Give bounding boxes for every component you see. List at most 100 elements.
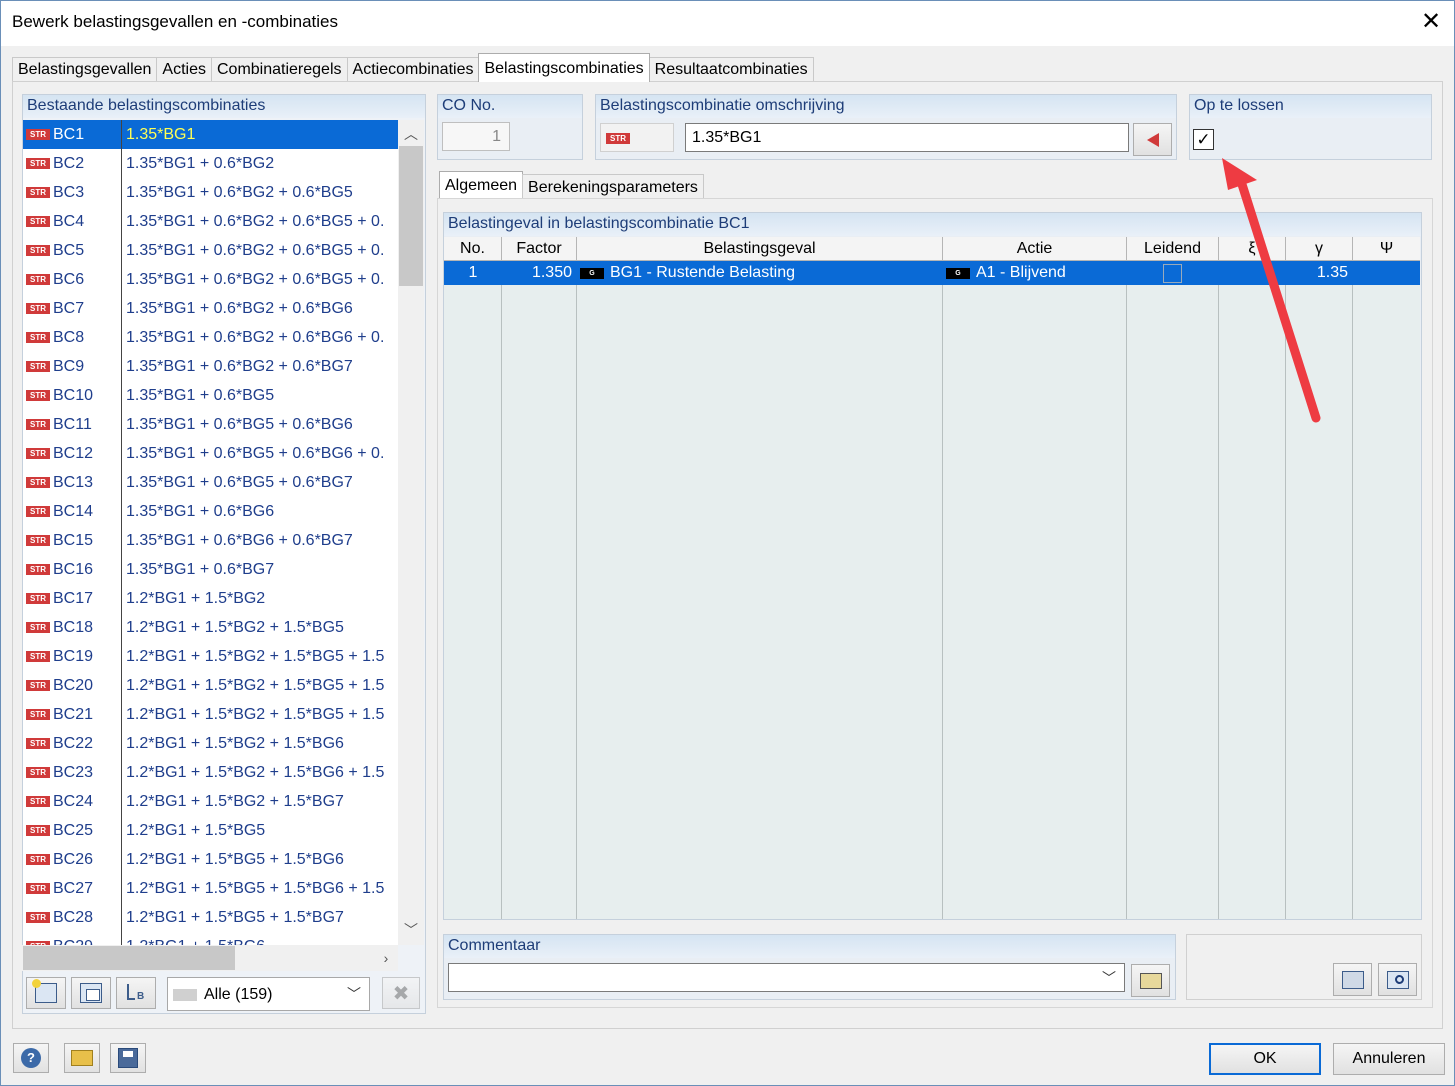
list-item[interactable]: STR BC22 1.2*BG1 + 1.5*BG2 + 1.5*BG6 — [23, 729, 398, 758]
combination-expression: 1.35*BG1 + 0.6*BG5 + 0.6*BG6 + 0. — [126, 445, 385, 462]
list-item[interactable]: STR BC17 1.2*BG1 + 1.5*BG2 — [23, 584, 398, 613]
list-item[interactable]: STR BC18 1.2*BG1 + 1.5*BG2 + 1.5*BG5 — [23, 613, 398, 642]
list-item[interactable]: STR BC3 1.35*BG1 + 0.6*BG2 + 0.6*BG5 — [23, 178, 398, 207]
list-item[interactable]: STR BC4 1.35*BG1 + 0.6*BG2 + 0.6*BG5 + 0. — [23, 207, 398, 236]
list-item[interactable]: STR BC21 1.2*BG1 + 1.5*BG2 + 1.5*BG5 + 1.5 — [23, 700, 398, 729]
col-line — [942, 261, 943, 919]
list-item[interactable]: STR BC9 1.35*BG1 + 0.6*BG2 + 0.6*BG7 — [23, 352, 398, 381]
list-item[interactable]: STR BC27 1.2*BG1 + 1.5*BG5 + 1.5*BG6 + 1.5 — [23, 874, 398, 903]
col-header-gamma[interactable]: γ — [1286, 237, 1353, 261]
list-item[interactable]: STR BC10 1.35*BG1 + 0.6*BG5 — [23, 381, 398, 410]
str-badge: STR — [26, 651, 50, 662]
scroll-down-icon[interactable]: ﹀ — [399, 918, 423, 942]
combination-id: BC16 — [53, 561, 94, 578]
list-vertical-scroll-thumb[interactable] — [399, 146, 423, 286]
chevron-down-icon: ﹀ — [347, 986, 361, 1002]
str-badge: STR — [26, 274, 50, 285]
description-select-button[interactable] — [1133, 123, 1172, 156]
tab-resultaatcombinaties[interactable]: Resultaatcombinaties — [648, 57, 814, 82]
tab-acties[interactable]: Acties — [156, 57, 212, 82]
list-item[interactable]: STR BC19 1.2*BG1 + 1.5*BG2 + 1.5*BG5 + 1.5 — [23, 642, 398, 671]
edit-parameters-button[interactable] — [1333, 963, 1372, 996]
list-item[interactable]: STR BC23 1.2*BG1 + 1.5*BG2 + 1.5*BG6 + 1.5 — [23, 758, 398, 787]
list-item[interactable]: STR BC1 1.35*BG1 — [23, 120, 398, 149]
list-item[interactable]: STRBC291.2*BG1 + 1.5*BG6 — [23, 932, 398, 945]
combination-expression: 1.2*BG1 + 1.5*BG5 + 1.5*BG7 — [126, 909, 344, 926]
combination-list[interactable]: STR BC1 1.35*BG1 STR BC2 1.35*BG1 + 0.6*BG2 ST… — [22, 120, 398, 945]
save-button[interactable] — [110, 1043, 146, 1073]
col-header-factor[interactable]: Factor — [502, 237, 577, 261]
list-item[interactable]: STR BC11 1.35*BG1 + 0.6*BG5 + 0.6*BG6 — [23, 410, 398, 439]
tab-belastingsgevallen[interactable]: Belastingsgevallen — [12, 57, 158, 82]
table-row[interactable]: 1 1.350 G BG1 - Rustende Belasting G A1 - … — [444, 261, 1420, 285]
load-case-table-header: Belastingeval in belastingscombinatie BC… — [444, 213, 1421, 236]
tab-combinatieregels[interactable]: Combinatieregels — [211, 57, 348, 82]
list-item[interactable]: STR BC6 1.35*BG1 + 0.6*BG2 + 0.6*BG5 + 0. — [23, 265, 398, 294]
comment-library-button[interactable] — [1131, 964, 1170, 997]
col-header-action[interactable]: Actie — [943, 237, 1127, 261]
cell-load-case[interactable]: G BG1 - Rustende Belasting — [580, 261, 940, 285]
cell-action[interactable]: G A1 - Blijvend — [946, 261, 1124, 285]
copy-combination-button[interactable] — [71, 977, 111, 1009]
library-icon — [1139, 972, 1162, 989]
save-icon — [118, 1048, 138, 1068]
cell-no[interactable]: 1 — [444, 261, 502, 285]
leading-checkbox[interactable] — [1163, 264, 1182, 283]
list-item[interactable]: STR BC13 1.35*BG1 + 0.6*BG5 + 0.6*BG7 — [23, 468, 398, 497]
close-icon[interactable]: ✕ — [1418, 8, 1444, 36]
combination-expression: 1.2*BG1 + 1.5*BG2 + 1.5*BG5 + 1.5 — [126, 706, 385, 723]
combination-expression: 1.35*BG1 + 0.6*BG2 + 0.6*BG5 + 0. — [126, 271, 385, 288]
list-item[interactable]: STR BC24 1.2*BG1 + 1.5*BG2 + 1.5*BG7 — [23, 787, 398, 816]
new-combination-button[interactable] — [26, 977, 66, 1009]
list-item[interactable]: STR BC20 1.2*BG1 + 1.5*BG2 + 1.5*BG5 + 1.5 — [23, 671, 398, 700]
list-horizontal-scroll-thumb[interactable] — [23, 946, 235, 970]
description-input[interactable]: 1.35*BG1 — [685, 123, 1129, 152]
combination-id: BC22 — [53, 735, 94, 752]
str-badge: STR — [26, 883, 50, 894]
tab-actiecombinaties[interactable]: Actiecombinaties — [346, 57, 480, 82]
col-header-xi[interactable]: ξ — [1219, 237, 1286, 261]
list-item[interactable]: STR BC7 1.35*BG1 + 0.6*BG2 + 0.6*BG6 — [23, 294, 398, 323]
list-item[interactable]: STR BC14 1.35*BG1 + 0.6*BG6 — [23, 497, 398, 526]
open-button[interactable] — [64, 1043, 100, 1073]
cell-gamma[interactable]: 1.35 — [1286, 261, 1348, 285]
col-header-no[interactable]: No. — [444, 237, 502, 261]
combination-id: BC14 — [53, 503, 94, 520]
list-item[interactable]: STR BC26 1.2*BG1 + 1.5*BG5 + 1.5*BG6 — [23, 845, 398, 874]
list-item[interactable]: STR BC28 1.2*BG1 + 1.5*BG5 + 1.5*BG7 — [23, 903, 398, 932]
load-case-name: BG1 - Rustende Belasting — [610, 264, 795, 281]
pick-arrow-icon — [1146, 132, 1159, 147]
magnifier-icon — [1386, 970, 1409, 989]
help-button[interactable]: ? — [13, 1043, 49, 1073]
delete-combination-button[interactable]: ✖ — [382, 977, 420, 1009]
tab-belastingscombinaties[interactable]: Belastingscombinaties — [478, 53, 650, 82]
tab-berekeningsparameters[interactable]: Berekeningsparameters — [522, 174, 704, 199]
col-header-load-case[interactable]: Belastingsgeval — [577, 237, 943, 261]
view-button[interactable] — [1378, 963, 1417, 996]
cancel-button[interactable]: Annuleren — [1333, 1043, 1445, 1075]
list-item[interactable]: STR BC16 1.35*BG1 + 0.6*BG7 — [23, 555, 398, 584]
comment-input[interactable]: ﹀ — [448, 963, 1125, 992]
str-badge: STR — [26, 680, 50, 691]
combination-id: BC26 — [53, 851, 94, 868]
co-number-field[interactable]: 1 — [442, 122, 510, 151]
list-item[interactable]: STR BC12 1.35*BG1 + 0.6*BG5 + 0.6*BG6 + 0. — [23, 439, 398, 468]
renumber-button[interactable]: B — [116, 977, 156, 1009]
list-item[interactable]: STR BC8 1.35*BG1 + 0.6*BG2 + 0.6*BG6 + 0. — [23, 323, 398, 352]
list-item[interactable]: STR BC15 1.35*BG1 + 0.6*BG6 + 0.6*BG7 — [23, 526, 398, 555]
list-item[interactable]: STR BC25 1.2*BG1 + 1.5*BG5 — [23, 816, 398, 845]
scroll-right-icon[interactable]: › — [374, 946, 398, 970]
combination-expression: 1.35*BG1 + 0.6*BG5 + 0.6*BG7 — [126, 474, 353, 491]
solve-checkbox[interactable]: ✓ — [1193, 129, 1214, 150]
filter-dropdown[interactable]: Alle (159) ﹀ — [167, 977, 370, 1011]
list-item[interactable]: STR BC2 1.35*BG1 + 0.6*BG2 — [23, 149, 398, 178]
list-item[interactable]: STR BC5 1.35*BG1 + 0.6*BG2 + 0.6*BG5 + 0. — [23, 236, 398, 265]
ok-button[interactable]: OK — [1209, 1043, 1321, 1075]
scroll-up-icon[interactable]: ︿ — [399, 122, 423, 146]
col-header-leading[interactable]: Leidend — [1127, 237, 1219, 261]
col-header-psi[interactable]: Ψ — [1353, 237, 1420, 261]
combination-id: BC29 — [53, 932, 93, 945]
tab-algemeen[interactable]: Algemeen — [439, 171, 524, 199]
combination-id: BC10 — [53, 387, 94, 404]
cell-factor[interactable]: 1.350 — [502, 261, 572, 285]
